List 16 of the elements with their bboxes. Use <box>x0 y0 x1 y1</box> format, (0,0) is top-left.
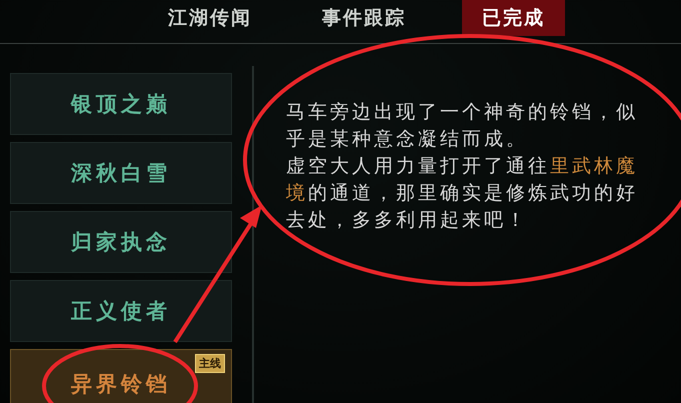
quest-name: 正义使者 <box>71 297 171 325</box>
tab[interactable]: 已完成 <box>462 0 565 36</box>
quest-description: 虚空大人用力量打开了通往里武林魔境 的通道，那里确实是修炼武功的好去处，多多利用起来吧！ <box>286 154 639 233</box>
tab[interactable]: 事件跟踪 <box>308 0 420 36</box>
quest-badge: 主线 <box>195 354 225 373</box>
quest-name: 银顶之巅 <box>71 90 171 118</box>
quest-item[interactable]: 银顶之巅 <box>10 73 232 135</box>
quest-name: 异界铃铛 <box>71 370 171 398</box>
quest-name: 深秋白雪 <box>71 159 171 187</box>
quest-item[interactable]: 深秋白雪 <box>10 142 232 204</box>
quest-name: 归家执念 <box>71 228 171 256</box>
quest-item[interactable]: 异界铃铛 主线 <box>10 349 232 403</box>
quest-description: 马车旁边出现了一个神奇的铃铛，似乎是某种意念凝结而成。 <box>286 100 639 152</box>
quest-item[interactable]: 归家执念 <box>10 211 232 273</box>
tab[interactable]: 江湖传闻 <box>154 0 266 36</box>
quest-item[interactable]: 正义使者 <box>10 280 232 342</box>
